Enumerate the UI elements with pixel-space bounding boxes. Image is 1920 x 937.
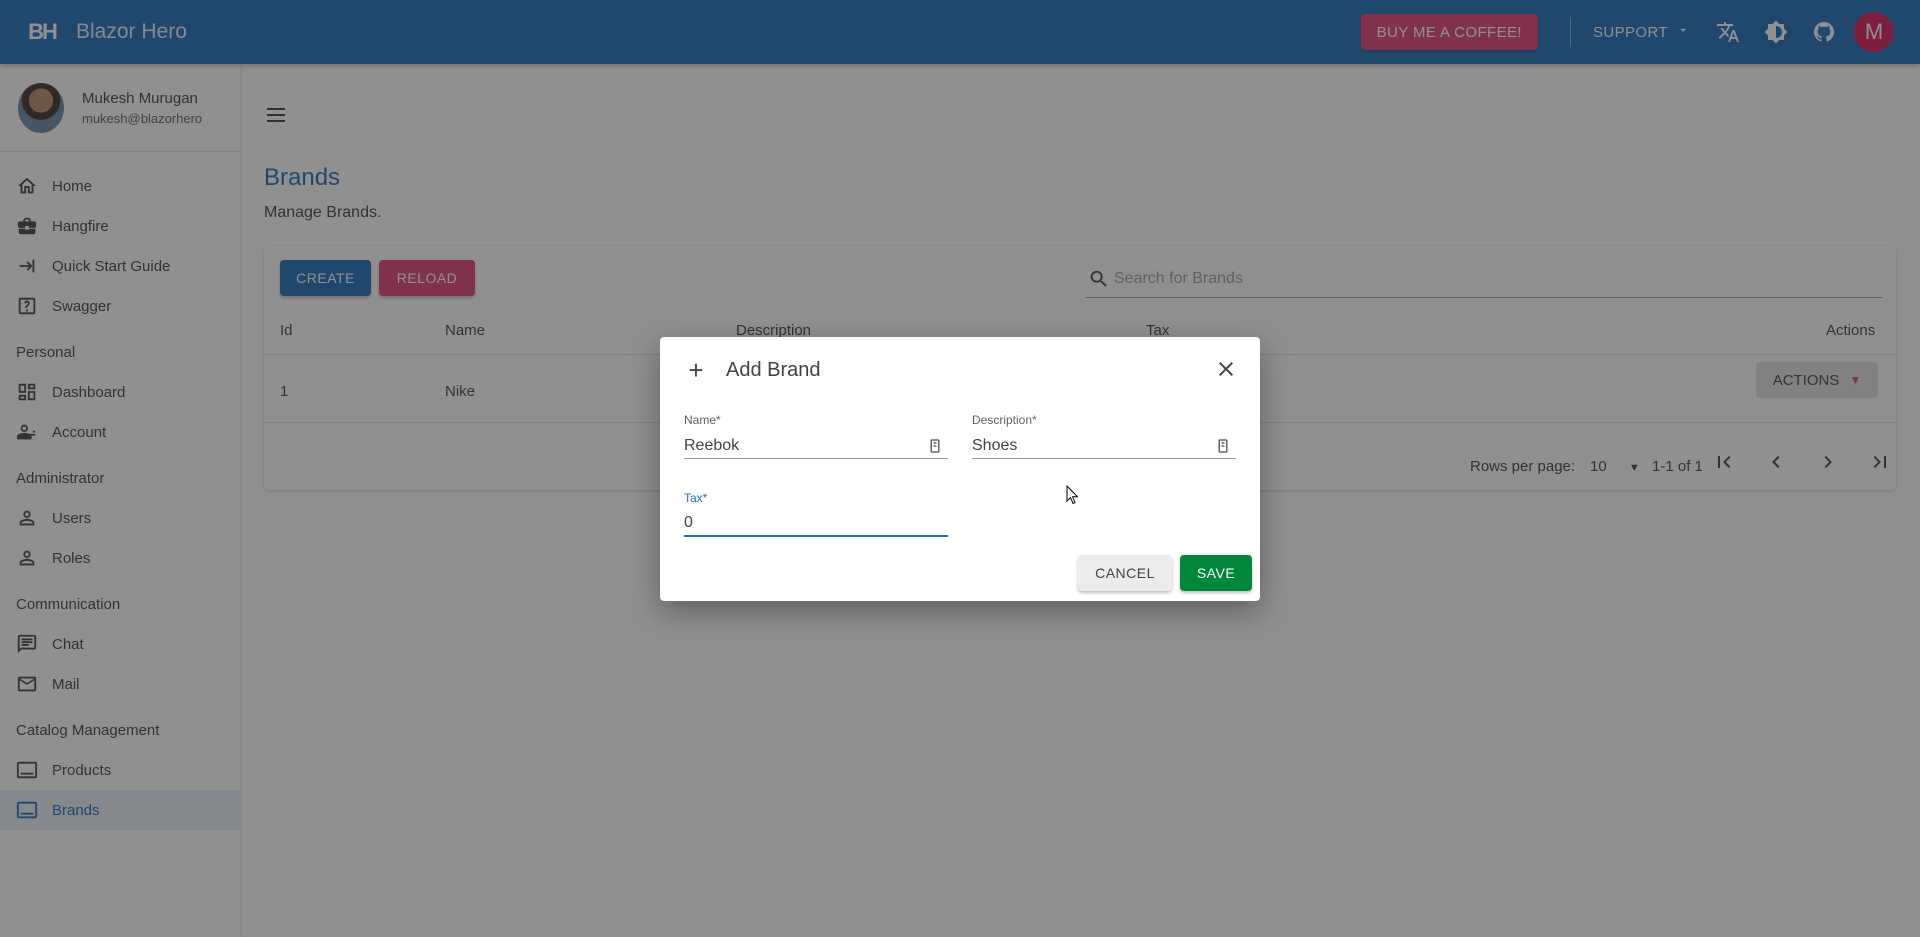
dialog-title: Add Brand xyxy=(726,359,821,381)
save-button[interactable]: SAVE xyxy=(1180,555,1252,591)
description-field[interactable]: Description* Shoes xyxy=(972,413,1236,459)
tax-input[interactable]: 0 xyxy=(684,511,948,537)
description-label: Description* xyxy=(972,413,1037,427)
name-field[interactable]: Name* Reebok xyxy=(684,413,948,459)
name-input[interactable]: Reebok xyxy=(684,433,948,459)
description-value: Shoes xyxy=(972,436,1018,454)
name-label: Name* xyxy=(684,413,721,427)
add-icon: + xyxy=(688,355,704,385)
tax-label: Tax* xyxy=(684,491,708,505)
dialog-header: + Add Brand xyxy=(684,355,821,386)
mouse-cursor-icon xyxy=(1066,485,1079,505)
name-value: Reebok xyxy=(684,436,740,454)
description-input[interactable]: Shoes xyxy=(972,433,1236,459)
close-icon[interactable] xyxy=(1214,357,1238,381)
tax-field[interactable]: Tax* 0 xyxy=(684,491,948,537)
add-brand-dialog: + Add Brand Name* Reebok Description* Sh… xyxy=(660,337,1260,601)
autofill-icon[interactable] xyxy=(926,437,944,455)
autofill-icon[interactable] xyxy=(1214,437,1232,455)
cancel-button[interactable]: CANCEL xyxy=(1078,555,1172,591)
tax-value: 0 xyxy=(684,514,693,531)
